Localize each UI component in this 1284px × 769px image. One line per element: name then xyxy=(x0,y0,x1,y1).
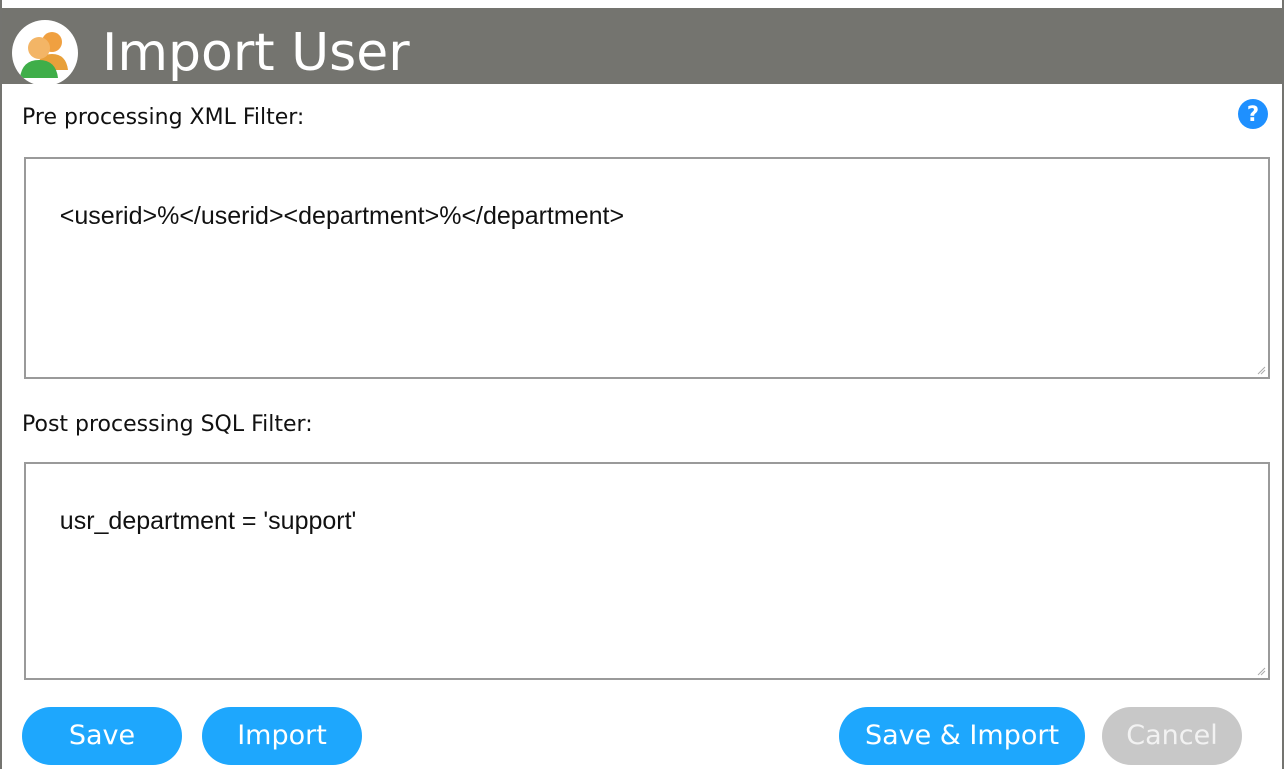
title-bar: Import User xyxy=(2,8,1282,86)
save-import-button[interactable]: Save & Import xyxy=(839,707,1085,765)
users-icon xyxy=(12,20,78,86)
save-button[interactable]: Save xyxy=(22,707,182,765)
help-icon[interactable]: ? xyxy=(1238,99,1268,129)
import-button[interactable]: Import xyxy=(202,707,362,765)
resize-grip-icon[interactable] xyxy=(1256,365,1266,375)
pre-filter-value: <userid>%</userid><department>%</departm… xyxy=(59,202,625,230)
import-user-dialog: Import User Pre processing XML Filter: ?… xyxy=(0,0,1284,769)
post-filter-textarea[interactable]: usr_department = 'support' xyxy=(24,462,1270,680)
pre-filter-label: Pre processing XML Filter: xyxy=(22,105,305,130)
cancel-button[interactable]: Cancel xyxy=(1102,707,1242,765)
post-filter-value: usr_department = 'support' xyxy=(59,507,357,535)
pre-filter-textarea[interactable]: <userid>%</userid><department>%</departm… xyxy=(24,157,1270,379)
resize-grip-icon[interactable] xyxy=(1256,666,1266,676)
post-filter-label: Post processing SQL Filter: xyxy=(22,412,313,437)
dialog-title: Import User xyxy=(102,23,410,83)
